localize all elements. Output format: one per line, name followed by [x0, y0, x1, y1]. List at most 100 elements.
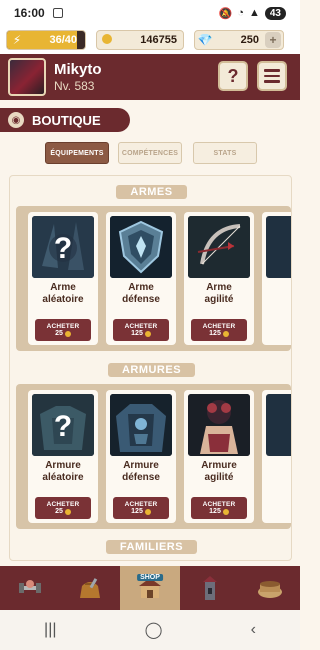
boutique-title: BOUTIQUE	[32, 112, 101, 128]
gold-coin-icon	[97, 33, 117, 47]
buy-button[interactable]: ACHETER 25	[35, 319, 91, 341]
shop-card-armure-aleatoire[interactable]: ? Armure aléatoire ACHETER 25	[28, 390, 98, 523]
player-name: Mikyto	[54, 61, 102, 78]
section-label: ARMES	[116, 185, 187, 199]
clock: 16:00	[14, 6, 45, 20]
gem-counter: 💎 250 +	[194, 30, 284, 50]
partial-item-art	[266, 394, 291, 456]
bottom-navigation: SHOP	[0, 566, 300, 610]
shop-tabs: ÉQUIPEMENTS COMPÉTENCES STATS	[0, 142, 300, 164]
gold-coin-icon	[222, 508, 229, 515]
shop-card-partial[interactable]	[262, 212, 291, 345]
gold-coin-icon	[64, 330, 71, 337]
buy-button[interactable]: ACHETER 125	[191, 319, 247, 341]
item-name: Arme aléatoire	[42, 282, 84, 305]
resource-bar: ⚡ 36/40 146755 💎 250 +	[0, 26, 300, 54]
hamburger-icon	[264, 69, 280, 72]
tab-stats[interactable]: STATS	[193, 142, 257, 164]
gold-coin-icon	[222, 330, 229, 337]
partial-item-art	[266, 216, 291, 278]
boutique-header: ◉ BOUTIQUE	[0, 108, 130, 132]
home-icon[interactable]: ◯	[145, 620, 163, 640]
agility-armor-art	[188, 394, 250, 456]
signal-icon: ▲	[248, 7, 260, 19]
section-title-armures: ARMURES	[10, 362, 291, 378]
shop-card-armure-defense[interactable]: Armure défense ACHETER 125	[106, 390, 176, 523]
shop-card-armure-agilite[interactable]: Armure agilité ACHETER 125	[184, 390, 254, 523]
nav-tower[interactable]	[180, 566, 240, 610]
price: 125	[209, 508, 221, 515]
random-armor-art: ?	[32, 394, 94, 456]
item-name: Arme défense	[122, 282, 160, 305]
buy-button[interactable]: ACHETER 125	[113, 319, 169, 341]
player-header: Mikyto Nv. 583 ?	[0, 54, 300, 100]
item-name: Armure agilité	[201, 460, 237, 483]
status-bar: 16:00 🔕 ◔ ▲ 43	[0, 0, 300, 26]
arena-icon	[258, 581, 282, 598]
section-title-armes: ARMES	[10, 184, 291, 200]
back-icon[interactable]: ‹	[251, 621, 256, 639]
player-level: Nv. 583	[54, 79, 95, 93]
lightning-icon: ⚡	[12, 33, 22, 47]
tab-equipements[interactable]: ÉQUIPEMENTS	[45, 142, 109, 164]
section-title-familiers: FAMILIERS	[10, 539, 291, 555]
mute-icon: 🔕	[218, 7, 233, 20]
price: 125	[131, 508, 143, 515]
player-info: Mikyto Nv. 583	[54, 61, 102, 93]
screen-record-icon	[52, 8, 63, 18]
defense-armor-art	[110, 394, 172, 456]
nav-inventory[interactable]	[60, 566, 120, 610]
shop-card-arme-defense[interactable]: Arme défense ACHETER 125	[106, 212, 176, 345]
diamond-icon: 💎	[197, 33, 213, 47]
price: 25	[55, 508, 63, 515]
gold-coin-icon	[144, 330, 151, 337]
shop-label: SHOP	[137, 574, 163, 581]
section-label: FAMILIERS	[105, 540, 198, 554]
bag-icon	[80, 578, 100, 598]
price: 125	[131, 330, 143, 337]
gem-value: 250	[240, 34, 259, 46]
random-weapon-art: ?	[32, 216, 94, 278]
bow-art	[188, 216, 250, 278]
price: 125	[209, 330, 221, 337]
wifi-icon: ◔	[237, 7, 244, 19]
energy-meter: ⚡ 36/40	[6, 30, 86, 50]
shop-card-arme-agilite[interactable]: Arme agilité ACHETER 125	[184, 212, 254, 345]
recents-icon[interactable]: |||	[44, 621, 56, 639]
tab-competences[interactable]: COMPÉTENCES	[118, 142, 182, 164]
shop-panel[interactable]: ARMES ? Arme aléatoire ACHETER 25 Arme d…	[9, 175, 292, 561]
help-button[interactable]: ?	[218, 61, 248, 91]
item-name: Arme agilité	[204, 282, 234, 305]
armors-row[interactable]: ? Armure aléatoire ACHETER 25 Armure déf…	[16, 384, 291, 529]
buy-button[interactable]: ACHETER 25	[35, 497, 91, 519]
svg-text:?: ?	[54, 232, 72, 265]
gold-coin-icon	[144, 508, 151, 515]
shop-card-arme-aleatoire[interactable]: ? Arme aléatoire ACHETER 25	[28, 212, 98, 345]
nav-shop[interactable]: SHOP	[120, 566, 180, 610]
shop-bag-icon: ◉	[8, 112, 24, 128]
svg-text:?: ?	[54, 410, 72, 443]
item-name: Armure aléatoire	[42, 460, 84, 483]
system-navigation-bar: ||| ◯ ‹	[0, 610, 300, 650]
section-label: ARMURES	[107, 363, 196, 377]
defense-shield-art	[110, 216, 172, 278]
buy-button[interactable]: ACHETER 125	[191, 497, 247, 519]
shop-card-partial[interactable]	[262, 390, 291, 523]
energy-value: 36/40	[49, 34, 77, 46]
gold-coin-icon	[64, 508, 71, 515]
buy-button[interactable]: ACHETER 125	[113, 497, 169, 519]
dumbbell-icon	[19, 580, 41, 593]
battery-indicator: 43	[264, 6, 286, 20]
nav-training[interactable]	[0, 566, 60, 610]
weapons-row[interactable]: ? Arme aléatoire ACHETER 25 Arme défense…	[16, 206, 291, 351]
nav-arena[interactable]	[240, 566, 300, 610]
tower-icon	[203, 576, 217, 600]
item-name: Armure défense	[122, 460, 160, 483]
price: 25	[55, 330, 63, 337]
gold-value: 146755	[140, 34, 177, 46]
menu-button[interactable]	[257, 61, 287, 91]
add-gems-button[interactable]: +	[265, 32, 281, 48]
player-avatar[interactable]	[8, 58, 46, 96]
gold-counter: 146755	[96, 30, 184, 50]
status-icons: 🔕 ◔ ▲ 43	[218, 6, 286, 20]
